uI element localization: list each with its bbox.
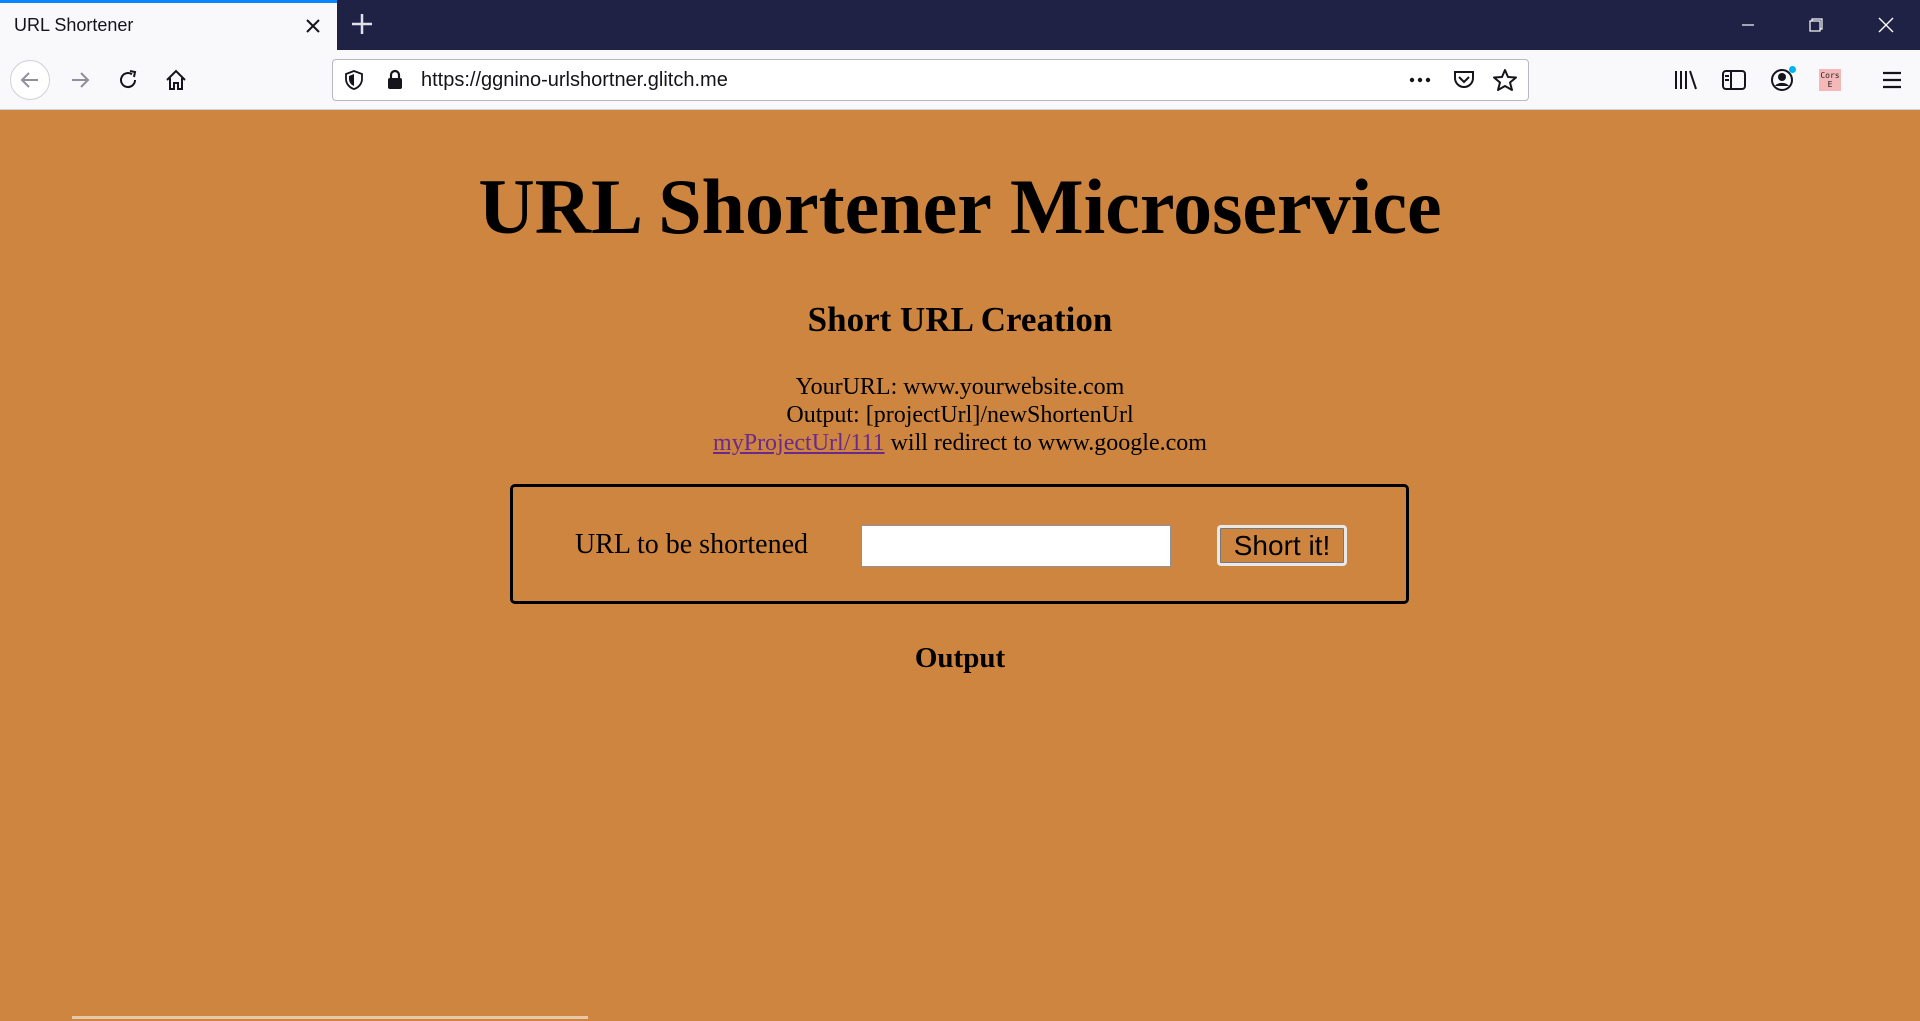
cors-badge-line2: E	[1827, 80, 1833, 89]
page-title: URL Shortener Microservice	[478, 163, 1442, 250]
library-icon	[1675, 70, 1697, 90]
pocket-icon[interactable]	[1452, 69, 1476, 91]
notification-dot	[1789, 66, 1796, 73]
minimize-button[interactable]	[1714, 0, 1782, 50]
reload-button[interactable]	[108, 60, 148, 100]
navigation-toolbar: https://ggnino-urlshortner.glitch.me Cor…	[0, 50, 1920, 110]
url-text[interactable]: https://ggnino-urlshortner.glitch.me	[421, 69, 728, 92]
browser-tab[interactable]: URL Shortener	[0, 0, 337, 50]
restore-icon	[1809, 18, 1823, 32]
reload-icon	[120, 70, 137, 89]
star-icon[interactable]	[1492, 68, 1518, 92]
close-icon	[1878, 17, 1894, 33]
cors-badge-line1: Cors	[1820, 71, 1840, 80]
window-close-button[interactable]	[1852, 0, 1920, 50]
plus-icon[interactable]	[348, 10, 376, 38]
cors-extension-icon: Cors E	[1819, 69, 1841, 91]
tab-title: URL Shortener	[14, 15, 134, 35]
address-bar[interactable]: https://ggnino-urlshortner.glitch.me	[332, 59, 1529, 101]
sidebar-icon	[1722, 70, 1746, 90]
close-icon[interactable]	[303, 16, 323, 36]
cors-extension-button[interactable]: Cors E	[1814, 64, 1846, 96]
output-heading: Output	[914, 642, 1006, 674]
description-line-2: Output: [projectUrl]/newShortenUrl	[786, 402, 1134, 428]
url-field-label: URL to be shortened	[575, 529, 809, 560]
arrow-left-icon	[20, 72, 38, 88]
browser-titlebar: URL Shortener	[0, 0, 1920, 50]
lock-icon[interactable]	[385, 69, 405, 91]
short-it-button[interactable]: Short it!	[1217, 525, 1347, 566]
description-line-1: YourURL: www.yourwebsite.com	[795, 374, 1125, 400]
minimize-icon	[1742, 24, 1754, 26]
hamburger-icon	[1883, 71, 1901, 89]
arrow-right-icon	[72, 72, 90, 88]
back-button[interactable]	[10, 60, 50, 100]
usage-description: YourURL: www.yourwebsite.com Output: [pr…	[0, 373, 1920, 457]
menu-button[interactable]	[1876, 64, 1908, 96]
restore-button[interactable]	[1782, 0, 1850, 50]
home-icon	[166, 69, 186, 90]
page-content: URL Shortener Microservice Short URL Cre…	[0, 110, 1920, 1021]
account-button[interactable]	[1766, 64, 1798, 96]
shield-icon[interactable]	[343, 69, 365, 91]
status-underline	[72, 1016, 588, 1019]
home-button[interactable]	[156, 60, 196, 100]
url-input[interactable]	[861, 525, 1171, 567]
more-icon[interactable]	[1408, 69, 1432, 91]
forward-button[interactable]	[60, 60, 100, 100]
library-button[interactable]	[1670, 64, 1702, 96]
sidebar-button[interactable]	[1718, 64, 1750, 96]
example-link[interactable]: myProjectUrl/111	[713, 430, 885, 456]
shorten-form: URL to be shortened Short it!	[510, 484, 1409, 604]
description-line-3-rest: will redirect to www.google.com	[884, 430, 1207, 456]
section-title: Short URL Creation	[807, 300, 1113, 339]
description-line-3: myProjectUrl/111 will redirect to www.go…	[0, 429, 1920, 457]
